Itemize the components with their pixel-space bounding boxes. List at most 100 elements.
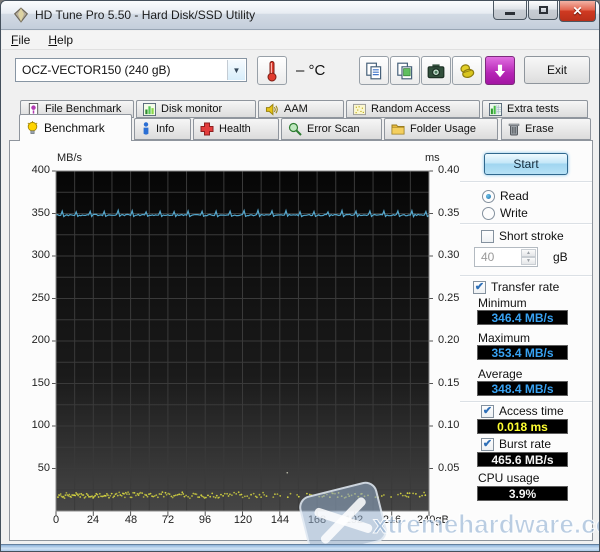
menu-help[interactable]: Help — [39, 31, 82, 49]
watermark-text: xtremehardware.com — [373, 509, 599, 540]
axis-tick-label: 150 — [31, 377, 50, 389]
write-radio[interactable] — [482, 207, 495, 220]
minimize-icon — [505, 11, 515, 15]
trash-icon — [508, 123, 520, 136]
screenshot-button[interactable] — [421, 56, 451, 85]
transfer-rate-label: Transfer rate — [491, 280, 560, 294]
left-axis-title: MB/s — [57, 152, 83, 164]
axis-tick-label: 48 — [124, 514, 138, 526]
folder-icon — [391, 124, 405, 135]
chevron-down-icon[interactable]: ▼ — [227, 60, 245, 80]
axis-tick-label: 400 — [31, 164, 50, 176]
axis-tick-label: 0.10 — [438, 419, 460, 431]
update-button[interactable] — [485, 56, 515, 85]
tab-label: Info — [156, 123, 175, 135]
tab-benchmark[interactable]: Benchmark — [19, 114, 132, 141]
copy-text-button[interactable] — [359, 56, 389, 85]
tab-label: Random Access — [371, 103, 451, 115]
axis-tick-label: 72 — [161, 514, 175, 526]
app-window: HD Tune Pro 5.50 - Hard Disk/SSD Utility… — [0, 0, 600, 552]
hand-coins-icon — [460, 63, 475, 78]
read-radio[interactable] — [482, 190, 495, 203]
info-icon — [143, 122, 149, 135]
maximum-value: 353.4 MB/s — [477, 345, 568, 360]
exit-button[interactable]: Exit — [524, 56, 590, 84]
start-button[interactable]: Start — [484, 153, 568, 175]
speaker-icon — [265, 102, 278, 116]
extra-tests-icon — [489, 102, 502, 116]
axis-tick-label: 96 — [198, 514, 212, 526]
short-stroke-checkbox[interactable] — [481, 230, 494, 243]
tab-disk-monitor[interactable]: Disk monitor — [136, 100, 256, 118]
tab-label: Erase — [525, 123, 554, 135]
axis-tick-label: 0.20 — [438, 334, 460, 346]
axis-tick-label: 0 — [52, 514, 60, 526]
tab-folder-usage[interactable]: Folder Usage — [384, 118, 498, 140]
transfer-rate-checkbox[interactable]: ✔ — [473, 281, 486, 294]
axis-tick-label: 350 — [31, 207, 50, 219]
axis-tick-label: 300 — [31, 249, 50, 261]
random-access-icon — [353, 103, 366, 115]
maximize-icon — [538, 6, 548, 14]
tab-label: Benchmark — [44, 121, 105, 135]
tab-info[interactable]: Info — [134, 118, 191, 140]
minimum-label: Minimum — [478, 296, 527, 310]
tab-health[interactable]: Health — [193, 118, 279, 140]
copy-text-icon — [366, 62, 382, 79]
menu-bar: File Help — [2, 31, 599, 50]
window-frame-bottom — [1, 544, 599, 551]
health-cross-icon — [200, 122, 214, 136]
separator — [460, 223, 592, 224]
separator — [460, 275, 592, 276]
title-bar: HD Tune Pro 5.50 - Hard Disk/SSD Utility… — [1, 1, 599, 30]
temperature-readout: – °C — [296, 62, 326, 79]
spinner-up-icon[interactable]: ▲ — [521, 249, 536, 257]
average-label: Average — [478, 367, 523, 381]
cpu-usage-label: CPU usage — [478, 471, 540, 485]
spinner-down-icon[interactable]: ▼ — [521, 257, 536, 265]
copy-image-button[interactable] — [390, 56, 420, 85]
maximize-button[interactable] — [528, 1, 558, 20]
axis-tick-label: 100 — [31, 419, 50, 431]
axis-tick-label: 0.15 — [438, 377, 460, 389]
tab-random-access[interactable]: Random Access — [346, 100, 480, 118]
minimize-button[interactable] — [493, 1, 527, 20]
tab-label: Extra tests — [507, 103, 559, 115]
close-button[interactable]: ✕ — [559, 1, 596, 22]
disk-monitor-icon — [143, 102, 156, 116]
read-label: Read — [500, 189, 529, 203]
app-icon — [13, 7, 29, 23]
tab-label: Folder Usage — [410, 123, 477, 135]
lightbulb-icon — [27, 120, 38, 134]
tab-erase[interactable]: Erase — [501, 118, 591, 140]
short-stroke-unit: gB — [553, 250, 568, 264]
separator — [460, 181, 592, 182]
temperature-button[interactable] — [257, 56, 287, 85]
window-title: HD Tune Pro 5.50 - Hard Disk/SSD Utility — [35, 8, 256, 22]
burst-rate-label: Burst rate — [499, 437, 552, 451]
check-icon: ✔ — [482, 437, 493, 450]
menu-file[interactable]: File — [2, 31, 39, 49]
access-time-checkbox[interactable]: ✔ — [481, 405, 494, 418]
axis-tick-label: 0.25 — [438, 292, 460, 304]
download-arrow-icon — [494, 64, 506, 77]
short-stroke-spinner[interactable]: 40 ▲ ▼ — [474, 247, 538, 267]
average-value: 348.4 MB/s — [477, 381, 568, 396]
write-label: Write — [500, 206, 528, 220]
drive-selector[interactable]: OCZ-VECTOR150 (240 gB) ▼ — [15, 58, 247, 82]
close-icon: ✕ — [572, 4, 583, 18]
check-icon: ✔ — [474, 280, 485, 293]
tab-error-scan[interactable]: Error Scan — [281, 118, 382, 140]
donate-button[interactable] — [452, 56, 482, 85]
tab-aam[interactable]: AAM — [258, 100, 344, 118]
burst-rate-checkbox[interactable]: ✔ — [481, 438, 494, 451]
copy-image-icon — [397, 62, 413, 79]
axis-tick-label: 0.35 — [438, 207, 460, 219]
camera-icon — [427, 63, 445, 78]
tab-label: Health — [219, 123, 251, 135]
tab-label: AAM — [284, 103, 308, 115]
tab-extra-tests[interactable]: Extra tests — [482, 100, 588, 118]
axis-tick-label: 120 — [233, 514, 253, 526]
axis-tick-label: 50 — [37, 462, 50, 474]
burst-rate-value: 465.6 MB/s — [477, 452, 568, 467]
